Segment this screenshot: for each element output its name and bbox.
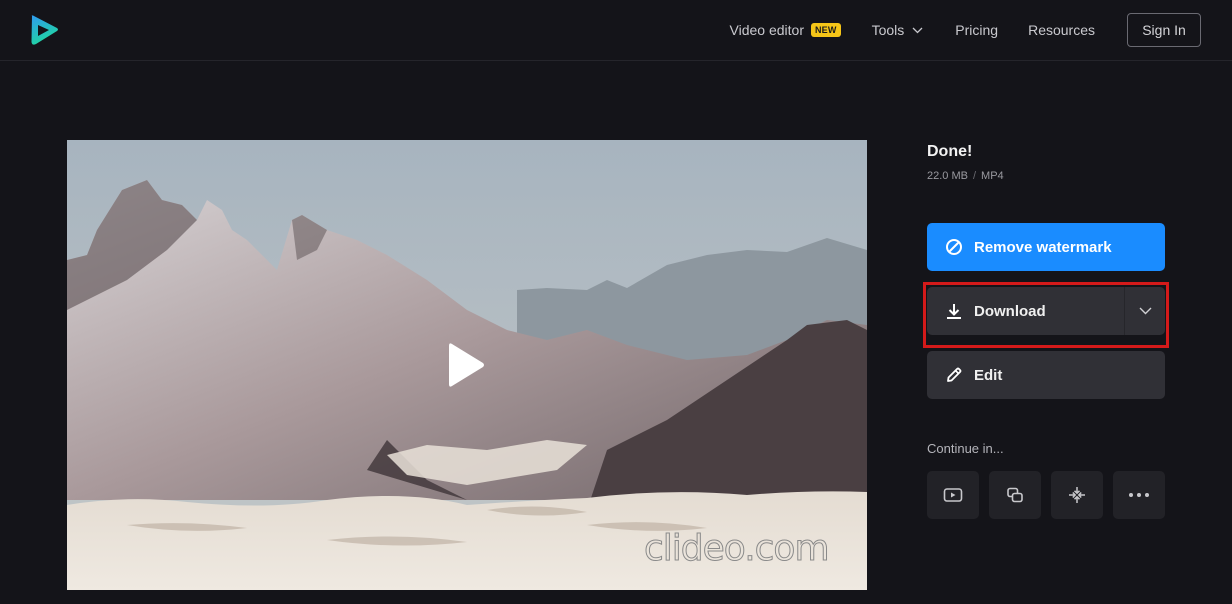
clideo-logo[interactable] xyxy=(28,13,60,47)
continue-compress-button[interactable] xyxy=(1051,471,1103,519)
nav-resources[interactable]: Resources xyxy=(1028,22,1095,38)
remove-watermark-button[interactable]: Remove watermark xyxy=(927,223,1165,271)
nav-resources-label: Resources xyxy=(1028,22,1095,38)
chevron-down-icon xyxy=(1139,307,1151,315)
watermark-text: clideo.com xyxy=(644,528,831,570)
pencil-icon xyxy=(944,365,964,385)
no-entry-icon xyxy=(944,237,964,257)
remove-watermark-label: Remove watermark xyxy=(974,238,1112,256)
download-label: Download xyxy=(974,302,1046,320)
file-info: 22.0 MB / MP4 xyxy=(927,170,1165,182)
sign-in-button[interactable]: Sign In xyxy=(1127,13,1201,47)
download-button[interactable]: Download xyxy=(927,287,1165,335)
more-icon xyxy=(1129,493,1149,497)
download-options-dropdown[interactable] xyxy=(1124,287,1165,335)
nav-pricing[interactable]: Pricing xyxy=(955,22,998,38)
nav-tools-label: Tools xyxy=(871,22,905,38)
file-size: 22.0 MB xyxy=(927,170,968,182)
continue-video-player-button[interactable] xyxy=(927,471,979,519)
continue-tools xyxy=(927,471,1175,519)
file-format: MP4 xyxy=(981,170,1004,182)
continue-merge-button[interactable] xyxy=(989,471,1041,519)
merge-icon xyxy=(1007,487,1023,503)
top-header: Video editor NEW Tools Pricing Resources… xyxy=(0,0,1232,61)
main-nav: Video editor NEW Tools Pricing Resources… xyxy=(730,13,1201,47)
video-player-icon xyxy=(943,488,963,502)
nav-video-editor[interactable]: Video editor NEW xyxy=(730,22,841,38)
continue-more-button[interactable] xyxy=(1113,471,1165,519)
new-badge: NEW xyxy=(810,23,841,37)
nav-video-editor-label: Video editor xyxy=(729,22,804,38)
result-panel: Done! 22.0 MB / MP4 Remove watermark Downl… xyxy=(923,140,1169,519)
continue-in-label: Continue in... xyxy=(927,441,1004,456)
nav-tools[interactable]: Tools xyxy=(872,22,924,38)
status-title: Done! xyxy=(927,143,973,160)
edit-button[interactable]: Edit xyxy=(927,351,1165,399)
file-info-separator: / xyxy=(972,170,977,182)
edit-label: Edit xyxy=(974,366,1003,384)
nav-pricing-label: Pricing xyxy=(955,22,999,38)
play-icon[interactable] xyxy=(449,342,485,388)
video-preview[interactable]: clideo.com xyxy=(67,140,867,590)
chevron-down-icon xyxy=(912,27,923,33)
download-icon xyxy=(944,301,964,321)
compress-icon xyxy=(1069,487,1085,503)
clideo-logo-icon xyxy=(31,15,58,45)
